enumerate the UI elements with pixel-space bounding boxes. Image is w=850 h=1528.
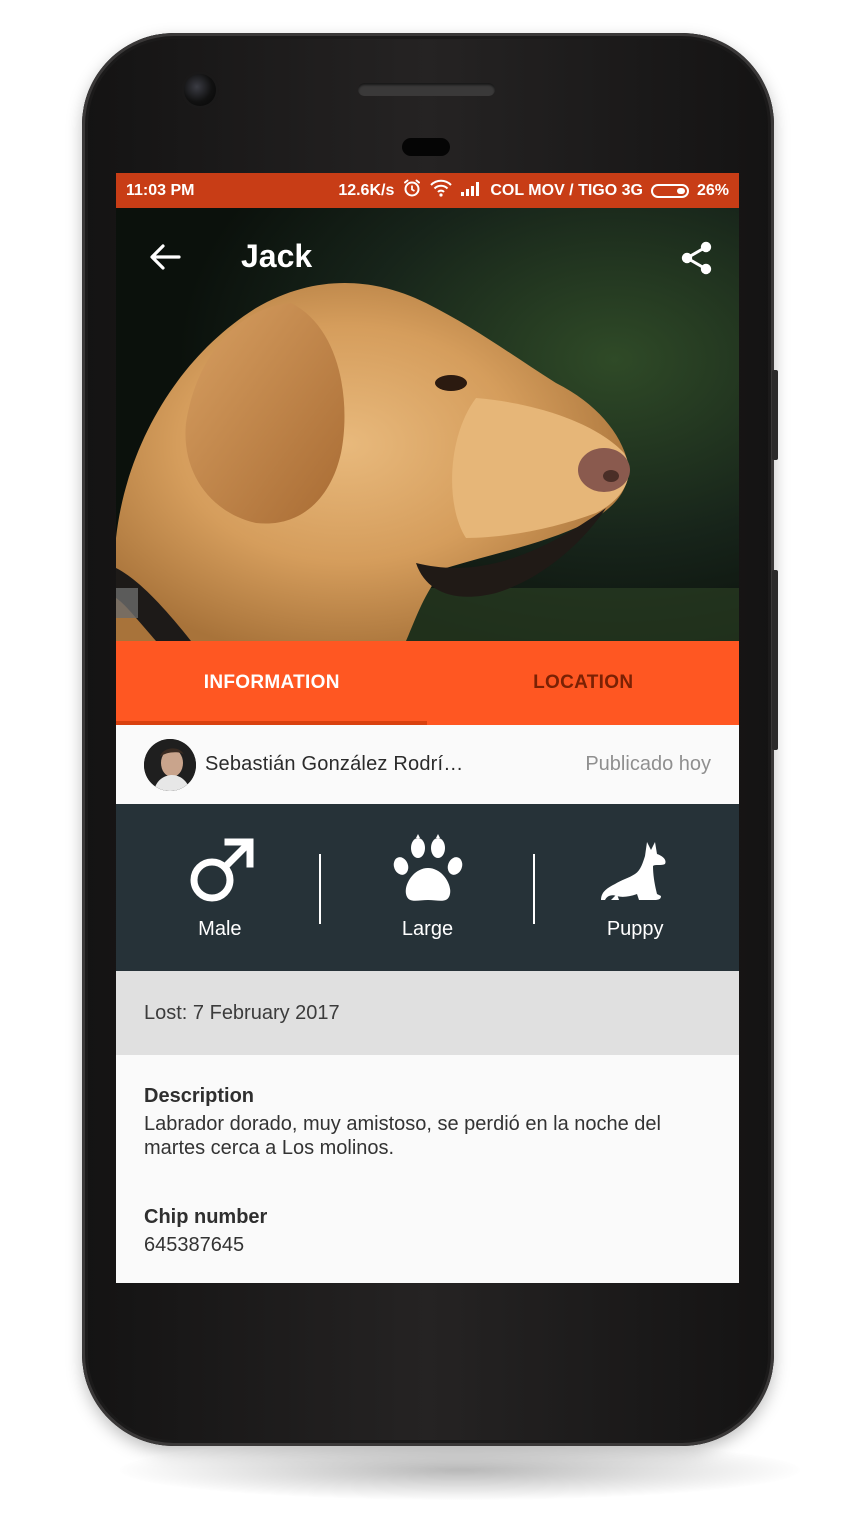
attribute-age-label: Puppy	[606, 918, 664, 940]
alarm-icon	[402, 178, 422, 203]
tab-information[interactable]: INFORMATION	[116, 641, 428, 725]
attribute-size: Large	[324, 804, 532, 971]
description-label: Description	[144, 1085, 255, 1107]
phone-shadow	[120, 1440, 800, 1500]
chip-value: 645387645	[144, 1234, 245, 1256]
pet-attributes: Male Large Puppy	[116, 804, 739, 971]
battery-percent: 26%	[696, 181, 729, 199]
attribute-divider	[533, 854, 535, 924]
attribute-divider	[319, 854, 321, 924]
signal-icon	[460, 180, 482, 201]
arrow-back-icon[interactable]	[146, 238, 184, 276]
author-row[interactable]: Sebastián González Rodrí… Publicado hoy	[116, 725, 739, 804]
app-bar: Jack	[116, 208, 739, 308]
avatar[interactable]	[144, 738, 196, 791]
published-date: Publicado hoy	[585, 753, 711, 775]
page-title: Jack	[241, 238, 313, 274]
battery-icon	[650, 183, 689, 198]
volume-button	[772, 370, 778, 460]
power-button	[772, 570, 778, 750]
dog-sitting-icon	[597, 834, 673, 910]
attribute-size-label: Large	[401, 918, 454, 940]
chip-field: Chip number 645387645	[144, 1206, 714, 1257]
attribute-gender: Male	[116, 804, 324, 971]
attribute-gender-label: Male	[198, 918, 242, 940]
author-name: Sebastián González Rodrí…	[205, 753, 464, 775]
earpiece-speaker	[358, 83, 495, 96]
carrier-name: COL MOV / TIGO 3G	[490, 181, 643, 199]
app-screen: 11:03 PM 12.6K/s COL MOV / TIGO 3G 26% J…	[116, 173, 739, 1283]
lost-date-bar: Lost: 7 February 2017	[116, 971, 739, 1055]
chip-label: Chip number	[144, 1206, 268, 1228]
status-bar: 11:03 PM 12.6K/s COL MOV / TIGO 3G 26%	[116, 173, 739, 208]
paw-icon	[390, 834, 466, 910]
description-field: Description Labrador dorado, muy amistos…	[144, 1085, 714, 1160]
front-camera	[184, 74, 216, 106]
tab-location[interactable]: LOCATION	[428, 641, 740, 725]
status-time: 11:03 PM	[126, 181, 195, 199]
attribute-age: Puppy	[531, 804, 739, 971]
share-icon[interactable]	[677, 238, 717, 278]
status-right: 12.6K/s COL MOV / TIGO 3G 26%	[338, 178, 729, 203]
wifi-icon	[430, 179, 453, 202]
tab-bar: INFORMATION LOCATION	[116, 641, 739, 725]
male-symbol-icon	[182, 834, 258, 910]
network-speed: 12.6K/s	[338, 181, 395, 199]
proximity-sensor	[402, 138, 450, 156]
description-value: Labrador dorado, muy amistoso, se perdió…	[144, 1113, 661, 1159]
details-section: Description Labrador dorado, muy amistos…	[144, 1085, 714, 1257]
